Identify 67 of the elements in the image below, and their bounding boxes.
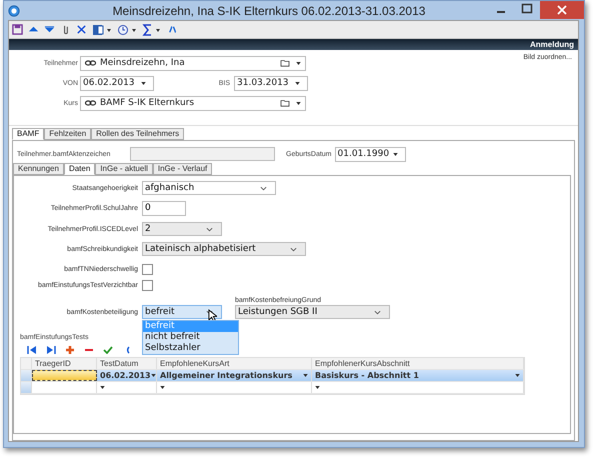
chevron-icon[interactable] <box>206 226 213 232</box>
chevron-icon[interactable] <box>290 246 297 252</box>
dropdown[interactable]: Lateinisch alphabetisiert <box>142 242 306 256</box>
tab[interactable]: Fehlzeiten <box>44 128 92 140</box>
input-field[interactable]: 0 <box>142 201 186 216</box>
tab[interactable]: Kennungen <box>13 163 64 175</box>
table-cell[interactable]: Basiskurs - Abschnitt 1 <box>312 370 524 381</box>
save-icon[interactable] <box>12 24 23 35</box>
column-header[interactable]: TraegerID <box>32 358 97 369</box>
window-title: Meinsdreizehn, Ina S-IK Elternkurs 06.02.2013-31.03.2013 <box>112 4 426 18</box>
section-header: Anmeldung <box>9 39 578 50</box>
folder-icon[interactable] <box>280 99 290 107</box>
caret-icon[interactable] <box>141 82 146 84</box>
dropdown[interactable]: 2 <box>142 222 222 236</box>
link-icon <box>85 100 96 106</box>
dropdown[interactable]: Leistungen SGB II <box>235 305 390 319</box>
chevron-icon[interactable] <box>260 186 267 190</box>
first-record-icon[interactable] <box>27 346 37 354</box>
caret-icon[interactable] <box>303 374 308 377</box>
clock-icon[interactable] <box>117 24 137 36</box>
table-cell[interactable]: 06.02.2013 <box>97 370 157 381</box>
column-header[interactable]: EmpfohleneKursArt <box>157 358 312 369</box>
folder-icon[interactable] <box>280 59 290 67</box>
dropdown[interactable]: befreit <box>142 305 222 319</box>
close-icon[interactable] <box>540 1 584 19</box>
caret-icon[interactable] <box>150 374 156 377</box>
course-field[interactable]: BAMF S-IK Elternkurs <box>80 96 306 110</box>
column-header[interactable]: TestDatum <box>97 358 157 369</box>
dropdown-option[interactable]: Selbstzahler <box>143 343 238 354</box>
caret-icon[interactable] <box>515 374 520 377</box>
last-record-icon[interactable] <box>46 346 56 354</box>
tab[interactable]: Rollen des Teilnehmers <box>91 128 184 140</box>
chevron-icon[interactable] <box>374 310 381 314</box>
checkbox[interactable] <box>142 280 153 291</box>
tab[interactable]: InGe - aktuell <box>95 163 153 175</box>
caret-icon[interactable] <box>296 62 301 64</box>
refresh-icon[interactable] <box>167 24 178 35</box>
caret-icon[interactable] <box>315 386 320 389</box>
caret-icon[interactable] <box>160 386 165 389</box>
tab[interactable]: Daten <box>64 163 96 175</box>
remove-icon[interactable] <box>84 346 94 354</box>
cursor-icon <box>208 309 217 322</box>
date-field[interactable]: 06.02.2013 <box>80 76 154 90</box>
document-icon[interactable] <box>92 24 112 36</box>
link-icon <box>85 60 96 66</box>
tab[interactable]: InGe - Verlauf <box>152 163 212 175</box>
caret-icon[interactable] <box>392 152 398 156</box>
dropdown-option[interactable]: nicht befreit <box>143 332 238 343</box>
sum-icon[interactable] <box>142 24 162 36</box>
table-cell[interactable] <box>32 370 97 381</box>
column-header[interactable]: EmpfohlenerKursAbschnitt <box>312 358 524 369</box>
table-cell[interactable]: Allgemeiner Integrationskurs <box>157 370 312 381</box>
checkmark-icon[interactable] <box>103 346 113 354</box>
caret-icon[interactable] <box>295 82 300 84</box>
add-icon[interactable] <box>65 346 75 354</box>
file-number-field[interactable] <box>130 147 275 161</box>
dropdown[interactable]: afghanisch <box>142 181 276 195</box>
delete-icon[interactable] <box>76 24 87 35</box>
participant-field[interactable]: Meinsdreizehn, Ina <box>80 56 306 70</box>
arrow-down-icon[interactable] <box>44 24 55 35</box>
date-field[interactable]: 01.01.1990 <box>334 146 406 162</box>
date-field[interactable]: 31.03.2013 <box>234 76 308 90</box>
caret-icon[interactable] <box>100 386 105 389</box>
caret-icon[interactable] <box>296 102 301 104</box>
checkbox[interactable] <box>142 264 153 275</box>
app-icon <box>8 4 20 16</box>
tab[interactable]: BAMF <box>12 128 44 140</box>
